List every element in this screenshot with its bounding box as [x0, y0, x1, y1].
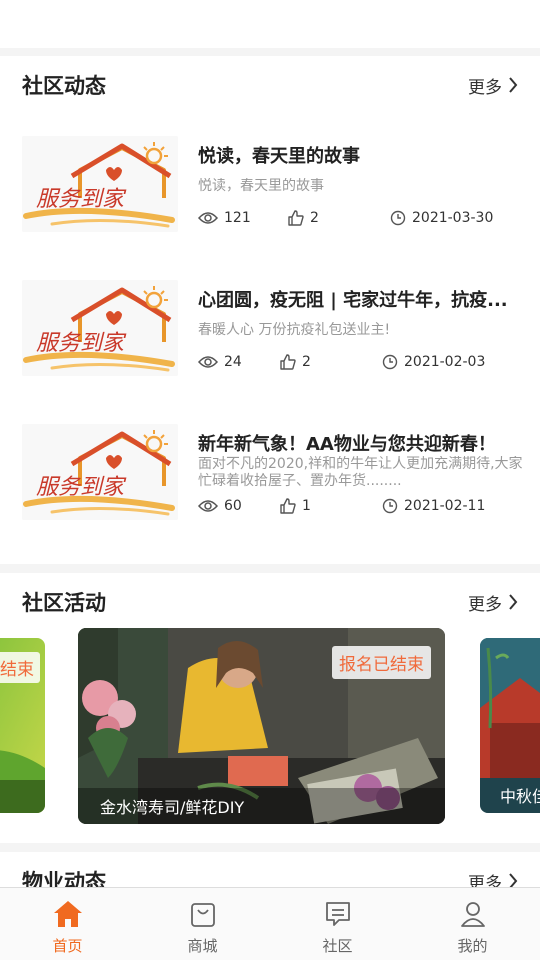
news-thumbnail: 服务到家	[22, 424, 178, 520]
more-link[interactable]: 更多	[468, 590, 518, 615]
clock-icon	[382, 498, 398, 514]
shopping-bag-icon	[190, 903, 215, 927]
activity-caption: 金水湾寿司/鲜花DIY	[100, 798, 245, 817]
news-item[interactable]: 服务到家 悦读，春天里的故事 悦读，春天里的故事 121 2 2021-03-3…	[22, 136, 522, 236]
date-stat: 2021-02-11	[382, 496, 485, 516]
top-strip	[0, 0, 540, 48]
community-news-header: 社区动态 更多	[22, 70, 518, 100]
logo-text: 服务到家	[36, 475, 127, 500]
logo-text: 服务到家	[36, 187, 127, 212]
activity-card[interactable]: 中秋佳	[480, 638, 540, 813]
chevron-right-icon	[509, 77, 518, 93]
news-date: 2021-02-03	[404, 354, 486, 370]
news-title: 心团圆，疫无阻 | 宅家过牛年，抗疫...	[198, 290, 508, 311]
news-item[interactable]: 服务到家 新年新气象！AA物业与您共迎新春！ 面对不凡的2020,祥和的牛年让人…	[22, 424, 524, 524]
tab-community[interactable]: 社区	[270, 888, 405, 960]
eye-icon	[198, 356, 218, 368]
views-count: 121	[224, 210, 251, 226]
activity-card[interactable]: 报名已结束 金水湾寿司/鲜花DIY	[78, 628, 445, 824]
news-item[interactable]: 服务到家 心团圆，疫无阻 | 宅家过牛年，抗疫... 春暖人心 万份抗疫礼包送业…	[22, 280, 522, 380]
home-icon	[53, 901, 82, 927]
tab-label: 商城	[187, 937, 218, 955]
status-badge: 报名已结束	[332, 646, 431, 679]
chat-icon	[325, 902, 350, 926]
status-badge: 结束	[0, 652, 40, 683]
news-summary: 面对不凡的2020,祥和的牛年让人更加充满期待,大家忙碌着收拾屋子、置办年货..…	[198, 456, 523, 489]
news-meta: 24 2 2021-02-03	[198, 352, 524, 372]
thumbs-up-icon	[288, 210, 304, 226]
likes-stat: 1	[280, 496, 311, 516]
news-title: 悦读，春天里的故事	[198, 146, 360, 167]
likes-count: 2	[310, 210, 319, 226]
views-stat: 121	[198, 208, 251, 228]
thumbs-up-icon	[280, 498, 296, 514]
property-news-section: 物业动态 更多	[0, 852, 540, 892]
news-summary: 悦读，春天里的故事	[198, 178, 324, 194]
date-stat: 2021-02-03	[382, 352, 485, 372]
community-activities-section: 社区活动 更多 结束 报名已结束 金水湾寿司/鲜花DIY 中秋	[0, 573, 540, 843]
likes-stat: 2	[280, 352, 311, 372]
clock-icon	[390, 210, 406, 226]
tab-mall[interactable]: 商城	[135, 888, 270, 960]
date-stat: 2021-03-30	[390, 208, 493, 228]
bottom-tab-bar: 首页 商城 社区 我的	[0, 887, 540, 960]
tab-label: 首页	[52, 937, 83, 955]
more-label: 更多	[468, 77, 502, 98]
eye-icon	[198, 500, 218, 512]
tab-mine[interactable]: 我的	[405, 888, 540, 960]
activity-carousel[interactable]: 结束 报名已结束 金水湾寿司/鲜花DIY 中秋	[0, 628, 540, 824]
tab-label: 我的	[457, 937, 488, 955]
views-count: 60	[224, 498, 242, 514]
news-meta: 121 2 2021-03-30	[198, 208, 524, 228]
news-date: 2021-02-11	[404, 498, 486, 514]
clock-icon	[382, 354, 398, 370]
news-thumbnail: 服务到家	[22, 136, 178, 232]
activity-caption: 中秋佳	[500, 787, 540, 806]
views-stat: 24	[198, 352, 242, 372]
likes-count: 1	[302, 498, 311, 514]
likes-count: 2	[302, 354, 311, 370]
section-title: 社区活动	[22, 591, 106, 615]
thumbs-up-icon	[280, 354, 296, 370]
news-summary: 春暖人心 万份抗疫礼包送业主!	[198, 322, 391, 338]
user-icon	[460, 902, 485, 927]
news-date: 2021-03-30	[412, 210, 494, 226]
chevron-right-icon	[509, 594, 518, 610]
news-meta: 60 1 2021-02-11	[198, 496, 524, 516]
views-count: 24	[224, 354, 242, 370]
logo-text: 服务到家	[36, 331, 127, 356]
more-label: 更多	[468, 594, 502, 615]
likes-stat: 2	[288, 208, 319, 228]
community-activities-header: 社区活动 更多	[22, 587, 518, 617]
section-title: 社区动态	[22, 74, 106, 98]
more-link[interactable]: 更多	[468, 73, 518, 98]
eye-icon	[198, 212, 218, 224]
activity-card[interactable]: 结束	[0, 638, 45, 813]
news-thumbnail: 服务到家	[22, 280, 178, 376]
views-stat: 60	[198, 496, 242, 516]
community-news-section: 社区动态 更多 服务到家 悦读，春天里的故事 悦读，春天里的故事 121 2 2…	[0, 56, 540, 564]
tab-label: 社区	[322, 937, 353, 955]
tab-home[interactable]: 首页	[0, 888, 135, 960]
news-title: 新年新气象！AA物业与您共迎新春！	[198, 434, 496, 455]
